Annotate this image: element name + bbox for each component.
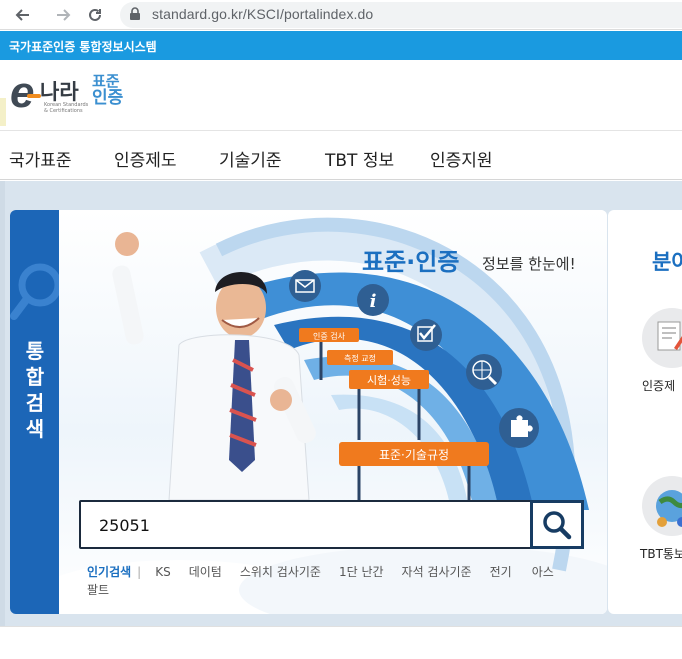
site-top-strip: 국가표준인증 통합정보시스템 <box>0 31 682 60</box>
popular-keyword[interactable]: 전기 <box>490 565 512 579</box>
tbt-notification-icon[interactable] <box>642 476 682 536</box>
banner-headline: 표준·인증 <box>362 248 460 276</box>
header-logo-row: e 나라 표준 인증 Korean Standards & Certificati… <box>0 60 682 128</box>
menu-item-certification-support[interactable]: 인증지원 <box>430 146 493 171</box>
man-raised-arm <box>112 265 144 345</box>
hurdle-label: 시험·성능 <box>367 374 411 387</box>
man-fist <box>270 389 292 411</box>
popular-keyword[interactable]: KS <box>155 565 171 579</box>
menu-item-tbt-info[interactable]: TBT 정보 <box>325 146 394 171</box>
popular-separator: | <box>137 565 142 579</box>
globe-search-icon <box>466 354 502 390</box>
logo-std-text: 표준 <box>92 72 120 90</box>
hurdle-label: 인증 검사 <box>313 331 346 341</box>
menu-item-national-standards[interactable]: 국가표준 <box>9 146 72 171</box>
search-input[interactable] <box>99 514 499 536</box>
reload-icon <box>89 8 101 21</box>
field-panel-title: 분야 <box>652 250 682 274</box>
field-item-certification-label[interactable]: 인증제 <box>642 377 675 394</box>
browser-toolbar: standard.go.kr/KSCI/portalindex.do <box>0 0 682 30</box>
back-arrow-icon <box>15 9 29 21</box>
popular-search-keywords: 인기검색 | KS 데이텀 스위치 검사기준 1단 난간 자석 검사기준 전기 아스팔트 <box>87 563 557 599</box>
logo-english-text: Korean Standards & Certifications <box>44 102 89 114</box>
forward-arrow-icon <box>57 9 71 21</box>
back-button[interactable] <box>12 4 34 26</box>
reload-button[interactable] <box>84 4 106 26</box>
popular-keyword[interactable]: 스위치 검사기준 <box>240 565 321 579</box>
search-box <box>79 500 532 549</box>
man-fist <box>115 232 139 256</box>
hurdle-label: 표준·기술규정 <box>379 448 449 462</box>
lock-icon <box>130 7 140 20</box>
left-accent-bar <box>0 98 6 126</box>
logo-e: e <box>10 68 35 117</box>
integrated-search-label: 통 합 검 색 <box>25 339 45 441</box>
bottom-strip <box>0 626 682 659</box>
search-button[interactable] <box>530 500 584 549</box>
globe-people-icon <box>656 490 682 527</box>
menu-item-certification[interactable]: 인증제도 <box>114 146 177 171</box>
field-panel: 분야 인증제 TBT통보 <box>608 210 682 614</box>
popular-keyword[interactable]: 데이텀 <box>189 565 222 579</box>
popular-keyword[interactable]: 1단 난간 <box>339 565 384 579</box>
integrated-search-tab[interactable]: 통 합 검 색 <box>10 210 59 614</box>
search-icon <box>543 510 572 539</box>
svg-text:i: i <box>370 291 377 312</box>
left-edge-strip <box>0 181 5 626</box>
field-item-tbt-label[interactable]: TBT통보 <box>640 545 682 562</box>
logo-orange-mark <box>27 94 41 98</box>
site-system-title[interactable]: 국가표준인증 통합정보시스템 <box>9 38 157 55</box>
magnifier-watermark-icon <box>10 263 59 320</box>
document-pencil-icon <box>657 321 682 351</box>
banner-subheadline: 정보를 한눈에! <box>482 255 576 273</box>
main-nav-menu: 국가표준 인증제도 기술기준 TBT 정보 인증지원 <box>0 130 682 180</box>
url-text[interactable]: standard.go.kr/KSCI/portalindex.do <box>152 6 373 22</box>
popular-keyword[interactable]: 자석 검사기준 <box>402 565 472 579</box>
forward-button[interactable] <box>52 4 74 26</box>
logo-cert-text: 인증 <box>92 88 124 108</box>
menu-item-technical-standards[interactable]: 기술기준 <box>219 146 282 171</box>
certification-system-icon[interactable] <box>642 308 682 368</box>
site-logo[interactable]: e 나라 표준 인증 Korean Standards & Certificati… <box>10 68 140 122</box>
hurdle-label: 측정 교정 <box>344 353 376 363</box>
mail-icon <box>289 270 321 302</box>
popular-search-label: 인기검색 <box>87 565 132 579</box>
